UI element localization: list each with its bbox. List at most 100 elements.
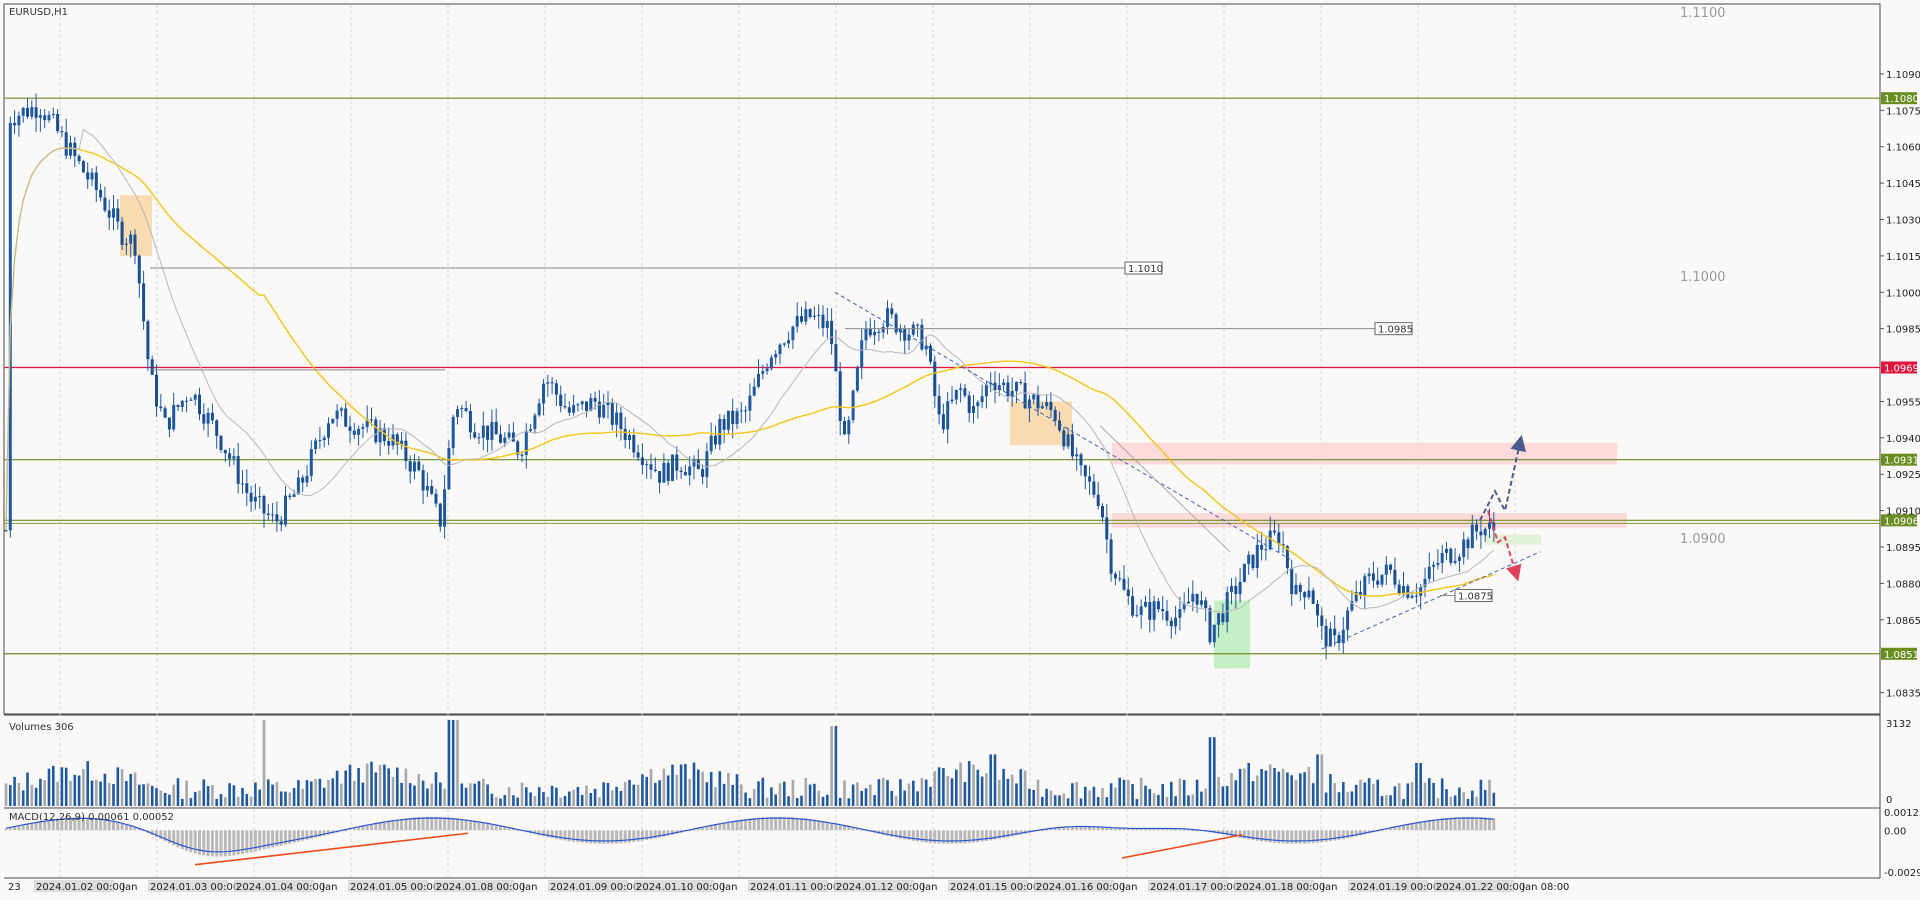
candle-body [1187,601,1190,604]
volume-bar [542,792,545,806]
macd-bar [610,830,614,844]
macd-bar [808,819,812,831]
volume-bar [976,769,980,806]
candle-body [718,418,722,445]
volume-bar [1238,768,1242,806]
candle-body [335,410,339,419]
volume-bar [623,781,627,806]
candle-body [1131,596,1135,616]
candle-body [808,309,812,318]
volume-bar [1458,787,1461,806]
macd-bar [1131,828,1135,831]
candle-body [959,388,963,390]
volume-bar [340,783,343,806]
volume-bar [1488,779,1491,806]
volume-bar [206,786,210,806]
macd-bar [1122,828,1126,831]
volume-bar [1256,775,1259,806]
volume-bar [90,780,94,806]
volume-bar [1273,767,1276,806]
candle-body [107,210,111,218]
volume-bar [697,769,700,806]
volume-bar [688,778,691,806]
candle-body [1462,539,1466,557]
candle-body [21,108,25,116]
candle-body [1427,566,1431,579]
candle-body [155,374,158,407]
volume-bar [937,767,941,806]
candle-body [679,470,683,473]
volume-bar [1122,779,1126,806]
time-label: 2024.01.04 00:00 [236,882,325,893]
candle-body [322,437,326,441]
price-chart[interactable]: 1.1080 1.0969 1.0931 1.0906 1.0851 1.1010 1.0… [0,0,1920,900]
price-panel[interactable] [3,3,1881,715]
volume-bar [946,776,949,806]
macd-histogram [4,816,1496,866]
volume-bar [662,768,666,806]
volume-bar [1191,794,1195,806]
volume-bar [1088,790,1091,806]
volume-bar [826,794,829,806]
candle-body [757,373,760,387]
candle-body [1380,574,1384,585]
candle-body [1260,544,1264,550]
volume-bar [404,768,408,806]
volume-bar [602,782,605,806]
volume-bar [262,720,266,806]
volume-bar [912,780,915,806]
candle-body [606,402,610,406]
volume-bar [748,798,752,806]
macd-bar [443,817,447,831]
volume-bar [185,780,188,806]
volume-bar [430,783,433,806]
callout-1-0875: 1.0875 [1458,592,1493,603]
volume-bar [413,785,416,806]
volume-bar [387,768,390,806]
candle-body [1199,600,1203,605]
time-label: 2024.01.18 00:00 [1236,882,1325,893]
candle-body [628,435,631,441]
volume-bar [327,780,330,806]
macd-bar [576,830,580,843]
volume-bar [955,769,958,806]
volume-bar [301,788,304,806]
candle-body [890,308,894,315]
candle-body [529,429,533,431]
candle-body [1040,406,1044,409]
volume-bar [744,792,747,806]
candle-body [640,457,644,465]
macd-bar [972,830,975,843]
candle-body [499,434,502,443]
volume-bar [899,779,902,806]
volume-bar [159,790,163,806]
candle-body [301,477,305,483]
divergence-line-left [194,832,469,866]
volume-bar [963,782,967,806]
volume-bar [1131,784,1134,806]
volume-bar [1118,777,1121,806]
candle-body [825,320,829,328]
volume-bar [1071,783,1074,806]
volume-bar [9,785,12,806]
volume-bar [916,791,919,806]
volume-bar [400,782,403,806]
macd-bar [210,830,214,857]
volume-bar [1367,778,1371,806]
candle-body [1294,584,1298,595]
candle-body [851,390,855,420]
macd-bar [580,830,584,843]
candle-body [976,402,980,407]
volume-bar [1165,796,1169,806]
candle-body [1479,531,1483,536]
volume-bar [778,783,782,806]
volume-bar [860,790,863,806]
candle-body [223,449,227,454]
candle-body [821,314,825,328]
volume-bar [232,785,236,806]
macd-bar [778,816,782,831]
volume-bar [791,779,795,806]
volume-bar [439,782,442,806]
volume-bar [17,783,21,806]
macd-bar [1462,816,1466,831]
